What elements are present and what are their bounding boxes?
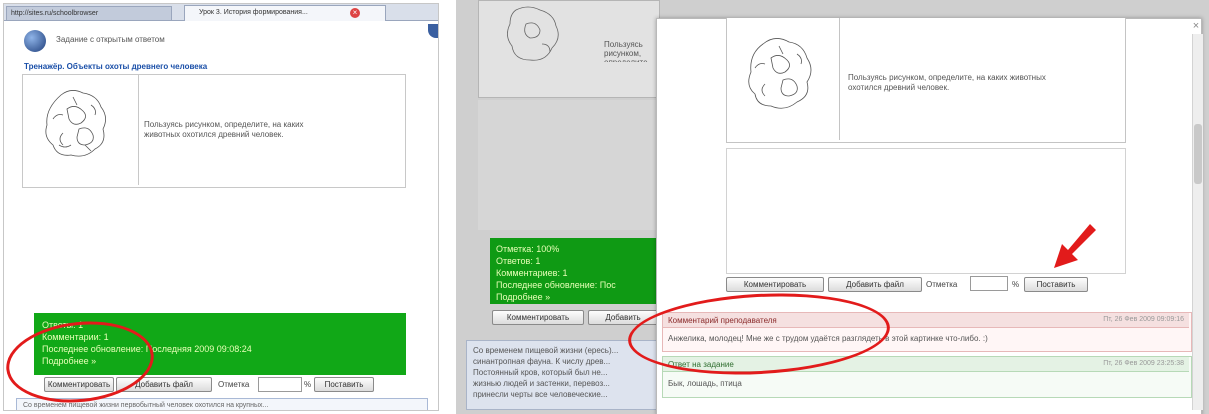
- bg-answer-line-2: синантропная фауна. К числу древ...: [473, 357, 611, 366]
- popup-grade-label: Отметка: [926, 280, 958, 289]
- popup-cave-drawing-image: [748, 38, 812, 109]
- popup-close-icon[interactable]: ×: [1190, 20, 1202, 32]
- bg-status-grade: Отметка: 100%: [496, 244, 560, 254]
- bg-comment-button[interactable]: Комментировать: [492, 310, 584, 325]
- bg-status-updated: Последнее обновление: Пос: [496, 280, 616, 290]
- tab-inactive[interactable]: http://sites.ru/schoolbrowser: [6, 6, 172, 21]
- answer-area: [22, 190, 404, 308]
- task-link[interactable]: Тренажёр. Объекты охоты древнего человек…: [24, 62, 207, 71]
- tab-active-label: Урок 3. История формирования...: [199, 9, 308, 16]
- popup-image-cell: [727, 18, 840, 140]
- corner-scroll-icon: [428, 24, 438, 38]
- right-screenshot: Пользуясь рисунком, определите... Отметк…: [456, 0, 1209, 414]
- answer-text: Со временем пищевой жизни первобытный че…: [23, 402, 269, 409]
- popup-submit-button[interactable]: Поставить: [1024, 277, 1088, 292]
- submit-button[interactable]: Поставить: [314, 377, 374, 392]
- grade-label: Отметка: [218, 380, 250, 389]
- bg-status-box: Отметка: 100% Ответов: 1 Комментариев: 1…: [490, 238, 658, 304]
- red-arrow-icon: [1054, 224, 1096, 268]
- bg-question-text: Пользуясь рисунком, определите...: [604, 40, 654, 62]
- tab-inactive-label: http://sites.ru/schoolbrowser: [11, 10, 99, 17]
- bg-status-answers: Ответов: 1: [496, 256, 541, 266]
- question-text: Пользуясь рисунком, определите, на каких…: [144, 120, 304, 139]
- popup-percent-label: %: [1012, 280, 1020, 289]
- question-image-cell: [23, 75, 139, 185]
- popup-comment-button[interactable]: Комментировать: [726, 277, 824, 292]
- bg-answer-line-3: Постоянный кров, который был не...: [473, 368, 608, 377]
- bg-image-cell: [486, 0, 596, 92]
- popup-scrollbar[interactable]: [1192, 34, 1203, 410]
- answer-block-text: Бык, лошадь, птица: [668, 379, 742, 388]
- app-logo-icon: [24, 30, 46, 52]
- bg-status-comments: Комментариев: 1: [496, 268, 568, 278]
- bg-empty-area: [478, 100, 658, 230]
- answer-block-date: Пт, 26 Фев 2009 23:25:38: [1103, 360, 1184, 367]
- bg-answer-line-4: жизнью людей и застенки, перевоз...: [473, 379, 610, 388]
- bg-status-more[interactable]: Подробнее »: [496, 291, 652, 303]
- window-title: Задание с открытым ответом: [56, 35, 165, 44]
- grade-input[interactable]: [258, 377, 302, 392]
- popup-scrollbar-thumb[interactable]: [1194, 124, 1202, 184]
- popup-add-file-button[interactable]: Добавить файл: [828, 277, 922, 292]
- teacher-comment-date: Пт, 26 Фев 2009 09:09:16: [1103, 316, 1184, 323]
- left-screenshot: http://sites.ru/schoolbrowser Урок 3. Ис…: [3, 3, 439, 411]
- cave-drawing-image: [45, 90, 106, 157]
- bg-answer-line-1: Со временем пищевой жизни (ересь)...: [473, 346, 619, 355]
- popup-grade-input[interactable]: [970, 276, 1008, 291]
- bg-answer-line-5: принесли черты все человеческие...: [473, 390, 608, 399]
- percent-label: %: [304, 380, 312, 389]
- bg-cave-drawing-image: [507, 6, 559, 61]
- popup-question-text: Пользуясь рисунком, определите, на каких…: [848, 73, 1046, 92]
- tab-close-icon[interactable]: ×: [350, 8, 360, 18]
